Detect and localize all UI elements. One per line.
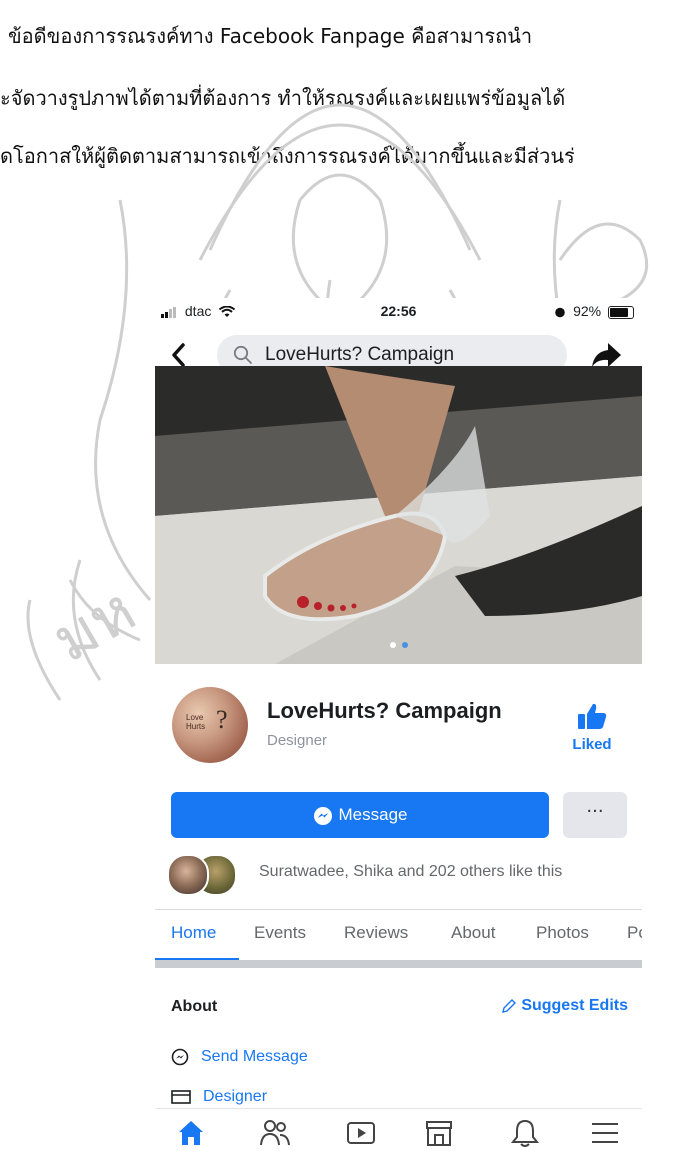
thumbs-up-icon [578,703,607,729]
phone-screenshot: dtac 22:56 92% LoveHurts? Campaign Love … [155,298,642,1151]
battery-icon [608,305,634,319]
avatar[interactable]: Love Hurts ? [172,687,248,763]
status-bar: dtac 22:56 92% [155,298,642,326]
category-row[interactable]: Designer [171,1088,267,1106]
avatar-question-mark: ? [216,705,228,734]
messenger-outline-icon [171,1048,189,1066]
document-line-1: ข้อดีของการรณรงค์ทาง Facebook Fanpage คื… [8,24,533,48]
cover-photo[interactable] [155,366,642,664]
pencil-icon [502,998,517,1013]
avatar-text: Love Hurts [186,713,206,731]
notifications-bell-icon[interactable] [509,1117,541,1149]
more-options-button[interactable]: ··· [563,792,627,838]
section-separator [155,960,642,968]
search-icon [233,345,252,364]
alarm-icon [555,307,565,318]
liked-button[interactable]: Liked [567,702,617,753]
carousel-dot-active[interactable] [401,642,408,648]
suggest-edits-label: Suggest Edits [521,997,628,1014]
send-message-label: Send Message [201,1048,308,1066]
bottom-tab-bar [155,1108,642,1151]
likes-summary[interactable]: Suratwadee, Shika and 202 others like th… [155,850,642,896]
page-header: Love Hurts ? LoveHurts? Campaign Designer… [155,664,642,774]
document-line-2: ะจัดวางรูปภาพได้ตามที่ต้องการ ทำให้รณรงค… [0,86,566,110]
carousel-dots [155,633,642,652]
send-message-row[interactable]: Send Message [171,1048,308,1066]
tab-home[interactable]: Home [171,923,216,943]
tab-about[interactable]: About [451,923,495,943]
friends-icon[interactable] [259,1117,291,1149]
about-heading: About [171,998,218,1015]
svg-text:มห: มห [40,573,147,677]
page-title: LoveHurts? Campaign [267,698,502,723]
category-icon [171,1089,191,1104]
messenger-icon [313,806,332,825]
document-line-3: ดโอกาสให้ผู้ติดตามสามารถเข้าถึงการรณรงค์… [0,144,575,168]
home-icon[interactable] [175,1117,207,1149]
search-value: LoveHurts? Campaign [265,344,455,365]
message-label: Message [338,805,408,824]
friend-avatar [167,854,209,896]
tab-photos[interactable]: Photos [536,923,589,943]
category-label: Designer [203,1088,268,1105]
page-tabs: Home Events Reviews About Photos Po [155,910,642,960]
status-right: 92% [554,303,634,319]
tab-events[interactable]: Events [254,923,306,943]
carousel-dot[interactable] [389,642,396,648]
battery-percent: 92% [573,303,602,319]
suggest-edits-link[interactable]: Suggest Edits [501,997,628,1015]
cover-image [155,366,642,664]
watch-icon[interactable] [345,1117,377,1149]
tab-posts[interactable]: Po [627,923,642,943]
page-category: Designer [267,732,328,749]
likes-text: Suratwadee, Shika and 202 others like th… [259,863,563,880]
tab-reviews[interactable]: Reviews [344,923,408,943]
message-button[interactable]: Message [171,792,549,838]
marketplace-icon[interactable] [423,1117,455,1149]
menu-icon[interactable] [589,1117,621,1149]
liked-label: Liked [572,736,612,753]
